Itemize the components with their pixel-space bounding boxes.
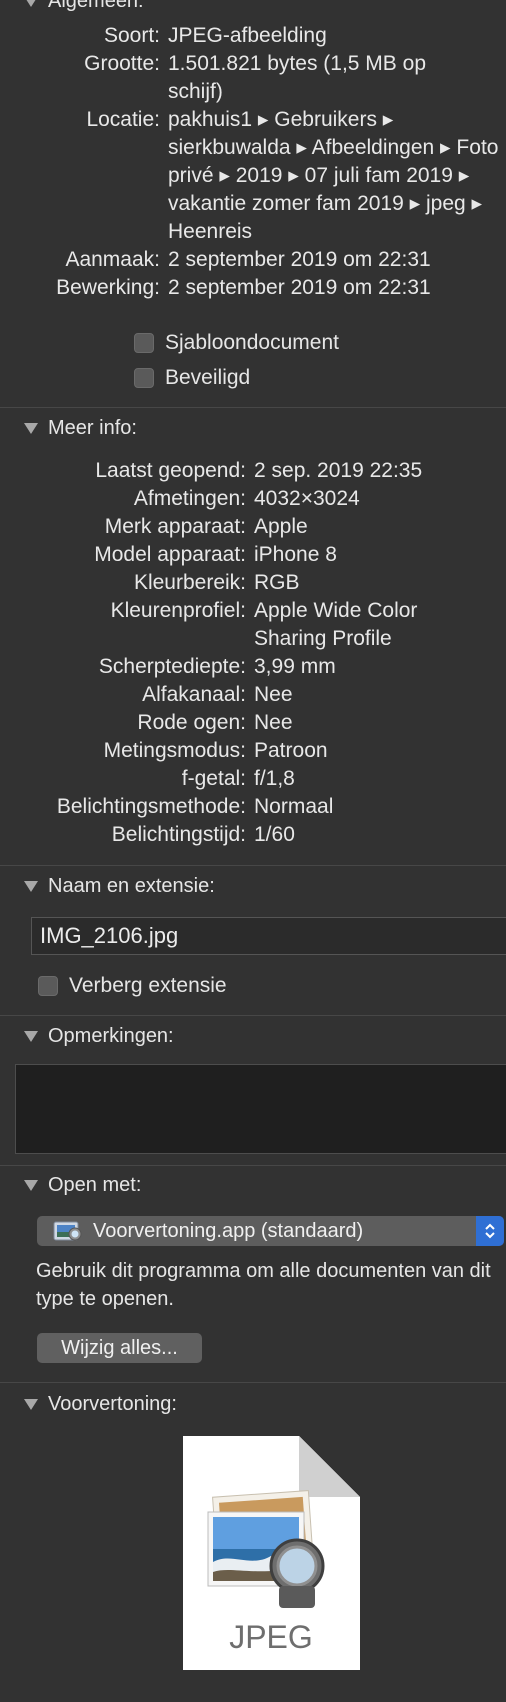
row-value: Patroon — [254, 739, 328, 762]
info-panel: Algemeen: Soort: JPEG-afbeelding Grootte… — [0, 0, 506, 1702]
info-row-metering: Metingsmodus: Patroon — [0, 737, 494, 765]
section-divider — [0, 407, 506, 408]
row-value: pakhuis1 ▸ Gebruikers ▸ sierkbuwalda ▸ A… — [168, 108, 499, 243]
comments-header[interactable]: Opmerkingen: — [24, 1021, 174, 1051]
row-value: Nee — [254, 683, 293, 706]
file-type-label: JPEG — [229, 1619, 313, 1655]
name-ext-header[interactable]: Naam en extensie: — [24, 871, 215, 901]
open-with-popup[interactable]: Voorvertoning.app (standaard) — [37, 1216, 504, 1246]
open-with-help-text: Gebruik dit programma om alle documenten… — [36, 1260, 491, 1310]
row-value: f/1,8 — [254, 767, 295, 790]
row-value: 1/60 — [254, 823, 295, 846]
comments-header-label: Opmerkingen: — [48, 1024, 174, 1047]
filename-field[interactable]: IMG_2106.jpg — [31, 917, 506, 955]
row-value: Apple Wide Color Sharing Profile — [254, 599, 418, 650]
row-key: f-getal: — [181, 767, 246, 790]
row-key: Grootte: — [84, 52, 160, 75]
preview-app-icon — [53, 1221, 82, 1241]
info-row-exposure-time: Belichtingstijd: 1/60 — [0, 821, 494, 849]
locked-checkbox-row[interactable]: Beveiligd — [134, 364, 250, 392]
section-divider — [0, 1165, 506, 1166]
info-row-focal-length: Scherptediepte: 3,99 mm — [0, 653, 494, 681]
info-row-make: Merk apparaat: Apple — [0, 513, 494, 541]
row-key: Merk apparaat: — [104, 515, 246, 538]
preview-header-label: Voorvertoning: — [48, 1392, 177, 1415]
info-row-color-profile: Kleurenprofiel: Apple Wide Color Sharing… — [0, 597, 454, 653]
row-value: JPEG-afbeelding — [168, 24, 327, 47]
disclosure-triangle-icon[interactable] — [24, 1030, 38, 1042]
section-divider — [0, 1382, 506, 1383]
row-key: Bewerking: — [56, 276, 160, 299]
stationery-label: Sjabloondocument — [165, 331, 339, 354]
open-with-selected-app: Voorvertoning.app (standaard) — [93, 1219, 364, 1242]
row-key: Scherptediepte: — [98, 655, 246, 678]
row-value: 2 sep. 2019 22:35 — [254, 459, 423, 482]
info-row-exposure-program: Belichtingsmethode: Normaal — [0, 793, 494, 821]
general-header[interactable]: Algemeen: — [24, 0, 144, 16]
disclosure-triangle-icon[interactable] — [24, 1398, 38, 1410]
row-value: 1.501.821 bytes (1,5 MB op schijf) — [168, 52, 426, 103]
row-value: 2 september 2019 om 22:31 — [168, 276, 431, 299]
preview-header[interactable]: Voorvertoning: — [24, 1389, 177, 1419]
row-key: Aanmaak: — [65, 248, 160, 271]
general-row-modified: Bewerking: 2 september 2019 om 22:31 — [0, 274, 498, 302]
hide-extension-checkbox[interactable] — [38, 976, 58, 996]
more-info-header[interactable]: Meer info: — [24, 413, 137, 443]
general-row-size: Grootte: 1.501.821 bytes (1,5 MB op schi… — [0, 50, 428, 106]
disclosure-triangle-icon[interactable] — [24, 1179, 38, 1191]
locked-checkbox[interactable] — [134, 368, 154, 388]
stationery-checkbox[interactable] — [134, 333, 154, 353]
jpeg-document-icon: JPEG — [181, 1434, 362, 1672]
row-key: Belichtingstijd: — [111, 823, 246, 846]
row-key: Model apparaat: — [94, 543, 246, 566]
disclosure-triangle-icon[interactable] — [24, 422, 38, 434]
section-divider — [0, 865, 506, 866]
locked-label: Beveiligd — [165, 366, 251, 389]
row-key: Metingsmodus: — [103, 739, 246, 762]
row-key: Afmetingen: — [133, 487, 246, 510]
info-row-alpha: Alfakanaal: Nee — [0, 681, 494, 709]
info-row-color-space: Kleurbereik: RGB — [0, 569, 494, 597]
stationery-checkbox-row[interactable]: Sjabloondocument — [134, 329, 339, 357]
row-value: Apple — [254, 515, 308, 538]
disclosure-triangle-icon[interactable] — [24, 880, 38, 892]
general-row-kind: Soort: JPEG-afbeelding — [0, 22, 498, 50]
row-value: 3,99 mm — [254, 655, 336, 678]
info-row-model: Model apparaat: iPhone 8 — [0, 541, 494, 569]
up-down-chevron-icon — [485, 1223, 495, 1239]
row-key: Kleurenprofiel: — [110, 599, 246, 622]
row-value: iPhone 8 — [254, 543, 337, 566]
more-info-header-label: Meer info: — [48, 416, 137, 439]
row-value: 2 september 2019 om 22:31 — [168, 248, 431, 271]
row-value: Nee — [254, 711, 293, 734]
info-row-last-opened: Laatst geopend: 2 sep. 2019 22:35 — [0, 457, 494, 485]
change-all-button[interactable]: Wijzig alles... — [37, 1333, 202, 1363]
info-row-f-number: f-getal: f/1,8 — [0, 765, 494, 793]
row-key: Alfakanaal: — [142, 683, 246, 706]
name-ext-header-label: Naam en extensie: — [48, 874, 215, 897]
general-row-location: Locatie: pakhuis1 ▸ Gebruikers ▸ sierkbu… — [0, 106, 506, 246]
section-divider — [0, 1015, 506, 1016]
row-key: Kleurbereik: — [133, 571, 246, 594]
row-key: Rode ogen: — [137, 711, 246, 734]
row-value: 4032×3024 — [254, 487, 360, 510]
open-with-header[interactable]: Open met: — [24, 1170, 141, 1200]
row-value: RGB — [254, 571, 300, 594]
document-icon: JPEG — [183, 1436, 360, 1670]
hide-extension-checkbox-row[interactable]: Verberg extensie — [38, 972, 227, 1000]
general-row-created: Aanmaak: 2 september 2019 om 22:31 — [0, 246, 498, 274]
open-with-header-label: Open met: — [48, 1173, 142, 1196]
row-key: Locatie: — [86, 108, 160, 131]
popup-stepper[interactable] — [476, 1216, 504, 1246]
row-key: Laatst geopend: — [95, 459, 246, 482]
row-key: Soort: — [103, 24, 160, 47]
hide-extension-label: Verberg extensie — [69, 974, 227, 997]
info-row-red-eye: Rode ogen: Nee — [0, 709, 494, 737]
row-key: Belichtingsmethode: — [56, 795, 246, 818]
general-header-label: Algemeen: — [48, 0, 144, 12]
disclosure-triangle-icon[interactable] — [24, 0, 38, 7]
row-value: Normaal — [254, 795, 334, 818]
info-row-dimensions: Afmetingen: 4032×3024 — [0, 485, 494, 513]
comments-textarea[interactable] — [15, 1064, 506, 1154]
